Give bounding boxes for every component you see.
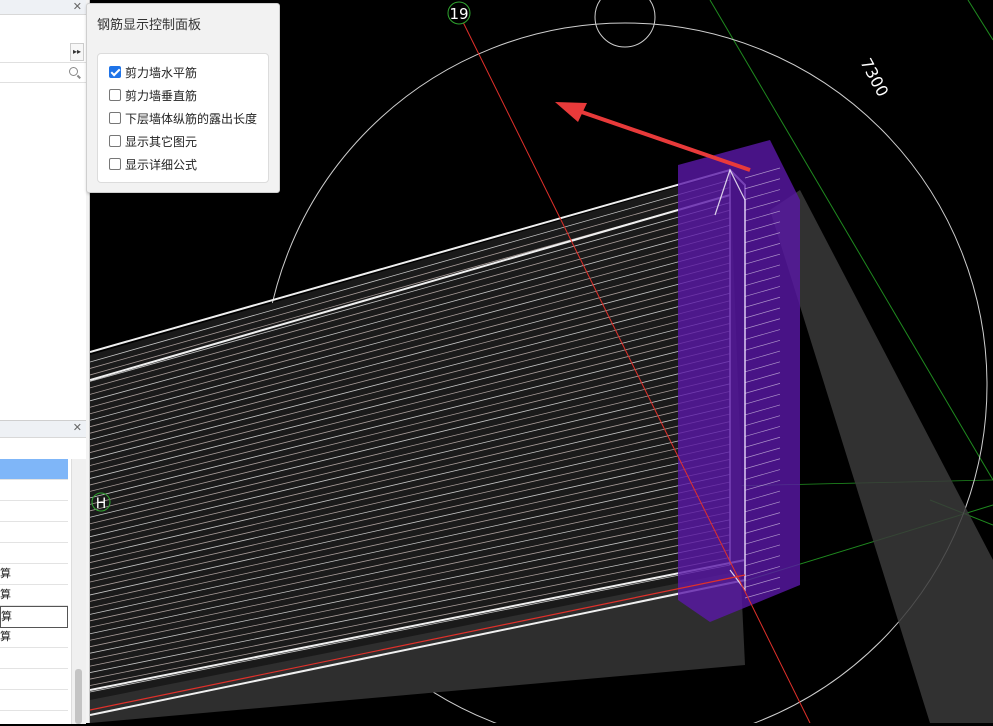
list-item[interactable] [0,648,68,669]
list-item[interactable] [0,690,68,711]
left-bottom-titlebar: ✕ [0,421,86,438]
axis-label-19: 19 [449,5,468,23]
expand-more-button[interactable]: ▸▸ [70,43,84,61]
rebar-control-panel: 钢筋显示控制面板 剪力墙水平筋 剪力墙垂直筋 下层墙体纵筋的露出长度 显示其它图… [86,3,280,193]
option-wall-vertical-bars[interactable]: 剪力墙垂直筋 [109,86,197,104]
checkbox[interactable] [109,135,121,147]
list-item[interactable] [0,522,68,543]
option-label: 剪力墙水平筋 [125,65,198,80]
panel-title: 钢筋显示控制面板 [97,18,202,33]
checkbox[interactable] [109,158,121,170]
option-show-detailed-formula[interactable]: 显示详细公式 [109,155,197,173]
option-label: 显示详细公式 [125,157,198,172]
list-item[interactable]: 算 [0,564,68,585]
list-item[interactable] [0,669,68,690]
list-item[interactable] [0,543,68,564]
option-label: 剪力墙垂直筋 [125,88,198,103]
checkbox[interactable] [109,112,121,124]
option-wall-horizontal-bars[interactable]: 剪力墙水平筋 [109,63,197,81]
axis-label-h: H [96,496,107,512]
left-top-toolbar: ▸▸ [0,40,86,63]
close-icon[interactable]: ✕ [73,0,82,14]
scrollbar-thumb[interactable] [75,669,82,724]
list-item[interactable] [0,480,68,501]
search-input[interactable] [0,64,86,83]
list-item-focused[interactable]: 算 [0,606,68,628]
left-top-titlebar: ✕ [0,0,86,15]
checkbox[interactable] [109,66,121,78]
list-item-selected[interactable] [0,459,68,480]
left-bottom-panel: ✕ 算 算 算 算 [0,420,86,724]
left-top-panel: ✕ ▸▸ [0,0,86,420]
list-item[interactable]: 算 [0,585,68,606]
vertical-scrollbar[interactable] [71,459,86,724]
list-item[interactable]: 算 [0,627,68,648]
checkbox[interactable] [109,89,121,101]
left-dock: ✕ ▸▸ ✕ 算 算 算 算 [0,0,90,724]
list-item[interactable] [0,501,68,522]
option-lower-wall-exposed-length[interactable]: 下层墙体纵筋的露出长度 [109,109,257,127]
option-show-other-elements[interactable]: 显示其它图元 [109,132,197,150]
option-label: 显示其它图元 [125,134,198,149]
column-purple [678,140,800,622]
close-icon[interactable]: ✕ [73,421,82,435]
options-group: 剪力墙水平筋 剪力墙垂直筋 下层墙体纵筋的露出长度 显示其它图元 显示详细公式 [97,53,269,183]
option-label: 下层墙体纵筋的露出长度 [125,111,258,126]
search-icon[interactable] [69,67,78,76]
